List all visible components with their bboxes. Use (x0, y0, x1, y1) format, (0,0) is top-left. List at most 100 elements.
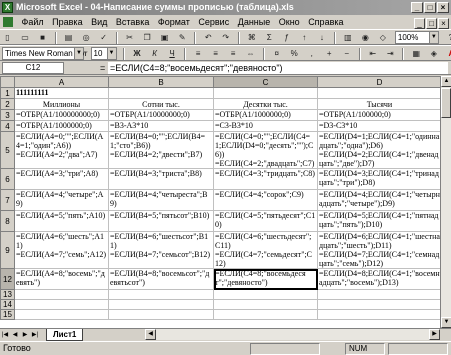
row-header[interactable]: 7 (0, 189, 15, 211)
column-header-b[interactable]: B (108, 76, 214, 88)
cell-a7[interactable]: =ЕСЛИ(A4=4;"четыре";A9) (14, 189, 109, 211)
decrease-indent-icon[interactable]: ⇤ (366, 47, 379, 60)
cell-c9[interactable]: =ЕСЛИ(C4=6;"шестьдесят";C11) =ЕСЛИ(C4=7;… (213, 231, 318, 269)
row-header[interactable]: 12 (0, 268, 15, 290)
menu-edit[interactable]: Правка (49, 15, 85, 29)
scroll-up-icon[interactable]: ▲ (441, 76, 451, 87)
spelling-icon[interactable]: ✓ (97, 31, 110, 44)
cell-c4[interactable]: =C3-B3*10 (213, 120, 318, 132)
redo-icon[interactable]: ↷ (219, 31, 232, 44)
name-box[interactable]: C12 (2, 62, 64, 74)
cell-a14[interactable] (14, 299, 109, 310)
cell-a12[interactable]: =ЕСЛИ(A4=8;"восемь";"девять") (14, 268, 109, 290)
underline-icon[interactable]: Ч (166, 47, 179, 60)
zoom-select[interactable]: 100% ▼ (394, 31, 439, 44)
cell-c15[interactable] (213, 309, 318, 320)
cell-b8[interactable]: =ЕСЛИ(B4=5;"пятьсот";B10) (108, 210, 214, 232)
horizontal-scrollbar[interactable]: ◀ ▶ (145, 329, 440, 340)
cell-d8[interactable]: =ЕСЛИ(D4=5;ЕСЛИ(C4=1;"пятнадцать";"пять"… (317, 210, 442, 232)
hyperlink-icon[interactable]: ⌘ (245, 31, 258, 44)
comma-style-icon[interactable]: , (305, 47, 318, 60)
cell-a1[interactable]: 111111111 (14, 87, 109, 99)
cell-c14[interactable] (213, 299, 318, 310)
cell-d14[interactable] (317, 299, 442, 310)
cell-c3[interactable]: =ОТБР(A1/1000000;0) (213, 109, 318, 121)
save-icon[interactable]: ■ (36, 31, 49, 44)
map-icon[interactable]: ◉ (359, 31, 372, 44)
decrease-decimal-icon[interactable]: − (340, 47, 353, 60)
menu-data[interactable]: Данные (235, 15, 274, 29)
currency-icon[interactable]: ¤ (270, 47, 283, 60)
chevron-down-icon[interactable]: ▼ (106, 48, 116, 59)
doc-minimize-button[interactable]: _ (414, 18, 425, 29)
cell-b14[interactable] (108, 299, 214, 310)
row-header[interactable]: 8 (0, 210, 15, 232)
cell-c13[interactable] (213, 289, 318, 300)
formula-input[interactable]: =ЕСЛИ(C4=8;"восемьдесят";"девяносто") (108, 62, 448, 74)
cell-a9[interactable]: =ЕСЛИ(A4=6;"шесть";A11) =ЕСЛИ(A4=7;"семь… (14, 231, 109, 269)
cell-a6[interactable]: =ЕСЛИ(A4=3;"три";A8) (14, 168, 109, 190)
cell-b3[interactable]: =ОТБР(A1/10000000;0) (108, 109, 214, 121)
bold-icon[interactable]: Ж (131, 47, 144, 60)
cell-b4[interactable]: =B3-A3*10 (108, 120, 214, 132)
menu-format[interactable]: Формат (155, 15, 193, 29)
last-sheet-icon[interactable]: ▶| (30, 330, 40, 341)
format-painter-icon[interactable]: ✎ (176, 31, 189, 44)
prev-sheet-icon[interactable]: ◀ (10, 330, 20, 341)
menu-help[interactable]: Справка (305, 15, 346, 29)
doc-close-button[interactable]: × (438, 18, 449, 29)
sort-descending-icon[interactable]: ↓ (315, 31, 328, 44)
sort-ascending-icon[interactable]: ↑ (298, 31, 311, 44)
cell-a15[interactable] (14, 309, 109, 320)
cell-c12[interactable]: =ЕСЛИ(C4=8;"восемьдесят";"девяносто") (213, 268, 318, 290)
scroll-left-icon[interactable]: ◀ (145, 329, 156, 340)
row-header[interactable]: 6 (0, 168, 15, 190)
cell-d4[interactable]: =D3-C3*10 (317, 120, 442, 132)
menu-file[interactable]: Файл (19, 15, 47, 29)
next-sheet-icon[interactable]: ▶ (20, 330, 30, 341)
font-name-select[interactable]: Times New Roman Cyr ▼ (2, 47, 87, 60)
scroll-down-icon[interactable]: ▼ (441, 317, 451, 328)
maximize-button[interactable]: □ (424, 2, 436, 13)
cell-a5[interactable]: =ЕСЛИ(A4=0;"";ЕСЛИ(A4=1;"один";A6)) =ЕСЛ… (14, 131, 109, 169)
cell-b1[interactable] (108, 87, 214, 99)
paste-icon[interactable]: ▣ (158, 31, 171, 44)
cell-c6[interactable]: =ЕСЛИ(C4=3;"тридцать";C8) (213, 168, 318, 190)
cell-d1[interactable] (317, 87, 442, 99)
cell-c2[interactable]: Десятки тыс. (213, 98, 318, 110)
cell-b5[interactable]: =ЕСЛИ(B4=0;"";ЕСЛИ(B4=1;"сто";B6)) =ЕСЛИ… (108, 131, 214, 169)
close-button[interactable]: × (437, 2, 449, 13)
cell-a4[interactable]: =OTБP(A1/1000000;0) (14, 120, 109, 132)
menu-window[interactable]: Окно (276, 15, 303, 29)
menu-tools[interactable]: Сервис (195, 15, 232, 29)
print-preview-icon[interactable]: ◎ (80, 31, 93, 44)
cell-b2[interactable]: Сотни тыс. (108, 98, 214, 110)
cell-d7[interactable]: =ЕСЛИ(D4=4;ЕСЛИ(C4=1;"четырнадцать";"чет… (317, 189, 442, 211)
font-color-icon[interactable]: A (445, 47, 451, 60)
document-icon[interactable] (3, 17, 13, 27)
column-header-c[interactable]: C (213, 76, 318, 88)
chart-wizard-icon[interactable]: ▥ (341, 31, 354, 44)
cell-b7[interactable]: =ЕСЛИ(B4=4;"четыреста";B9) (108, 189, 214, 211)
row-header[interactable]: 2 (0, 98, 15, 110)
vertical-scroll-thumb[interactable] (441, 88, 451, 118)
cell-c7[interactable]: =ЕСЛИ(C4=4;"сорок";C9) (213, 189, 318, 211)
column-header-a[interactable]: A (14, 76, 109, 88)
cell-c8[interactable]: =ЕСЛИ(C4=5;"пятьдесят";C10) (213, 210, 318, 232)
row-header[interactable]: 14 (0, 299, 15, 310)
formula-equals-sign[interactable]: = (100, 62, 105, 74)
merge-center-icon[interactable]: ⇔ (244, 47, 257, 60)
align-right-icon[interactable]: ≡ (227, 47, 240, 60)
percent-icon[interactable]: % (288, 47, 301, 60)
tab-sheet1[interactable]: Лист1 (46, 329, 84, 341)
minimize-button[interactable]: _ (411, 2, 423, 13)
help-icon[interactable]: ? (444, 31, 451, 44)
doc-restore-button[interactable]: □ (426, 18, 437, 29)
drawing-icon[interactable]: ◇ (376, 31, 389, 44)
cell-b9[interactable]: =ЕСЛИ(B4=6;"шестьсот";B11) =ЕСЛИ(B4=7;"с… (108, 231, 214, 269)
cell-d2[interactable]: Тысячи (317, 98, 442, 110)
print-icon[interactable]: ▤ (62, 31, 75, 44)
cell-a3[interactable]: =ОТБР(A1/100000000;0) (14, 109, 109, 121)
cell-d15[interactable] (317, 309, 442, 320)
fill-color-icon[interactable]: ◈ (427, 47, 440, 60)
